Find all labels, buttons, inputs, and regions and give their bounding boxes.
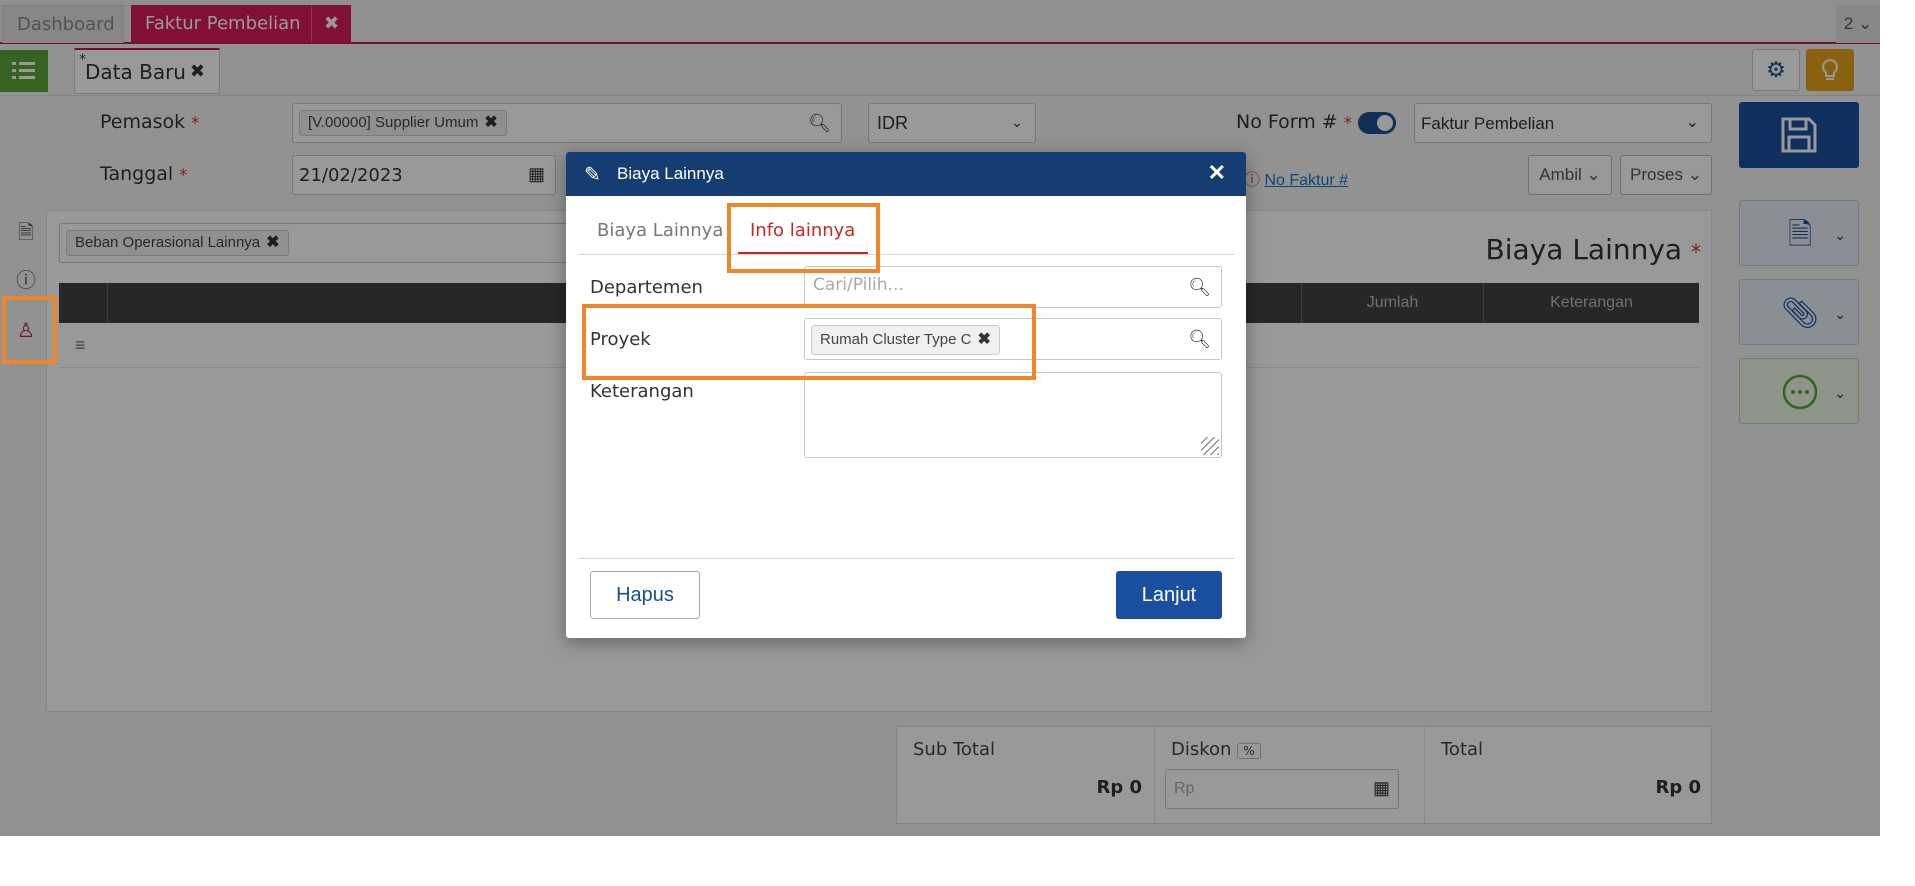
highlight-info-lainnya-tab [727,203,880,273]
search-icon[interactable]: 🔍︎ [1188,277,1211,298]
pencil-icon: ✎ [584,164,601,186]
keterangan-textarea[interactable] [804,372,1222,458]
footer-divider [578,558,1234,559]
tab-biaya-lainnya[interactable]: Biaya Lainnya [597,220,723,241]
modal-title: Biaya Lainnya [617,164,724,183]
keterangan-label: Keterangan [590,381,694,402]
highlight-proyek-row [582,304,1036,380]
modal-header: ✎ Biaya Lainnya ✕ [566,152,1246,196]
hapus-button[interactable]: Hapus [590,571,700,619]
app-window: Dashboard Faktur Pembelian ✖ 2 ⌄ * Data … [0,0,1880,836]
departemen-placeholder: Cari/Pilih... [813,275,904,295]
departemen-label: Departemen [590,277,703,298]
resize-handle[interactable] [1201,437,1219,455]
search-icon[interactable]: 🔍︎ [1188,329,1211,350]
close-icon[interactable]: ✕ [1208,160,1226,186]
biaya-lainnya-modal: ✎ Biaya Lainnya ✕ Biaya Lainnya Info lai… [566,152,1246,638]
tab-divider [578,254,1234,255]
lanjut-button[interactable]: Lanjut [1116,571,1222,619]
highlight-cost-tab [2,296,57,364]
